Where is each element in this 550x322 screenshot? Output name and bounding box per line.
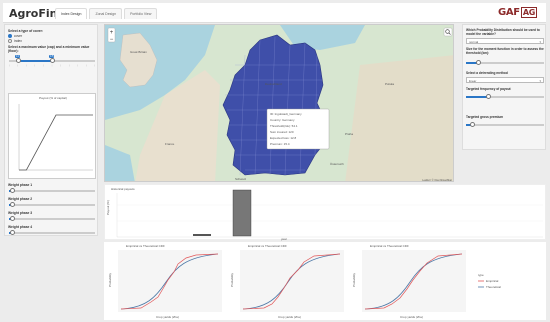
label-praha: Praha xyxy=(345,132,353,136)
popup-line-1: ID: Ingolstadt_Germany xyxy=(270,112,302,116)
radius-slider[interactable] xyxy=(466,59,544,65)
slider-min-handle[interactable] xyxy=(16,58,21,63)
cdf-title-1: Empirical vs Theoretical CDF xyxy=(126,244,165,248)
right-control-panel: Which Probability Distribution should be… xyxy=(462,24,546,150)
radio-index[interactable]: index xyxy=(8,39,22,43)
histogram-svg: Historical payouts Payout (%) year xyxy=(106,187,543,241)
premium-slider[interactable] xyxy=(466,121,544,127)
histogram-bar-small xyxy=(193,234,211,236)
brand-name: AgroFin xyxy=(9,7,58,20)
cdf-ylabel-2: Probability xyxy=(230,272,234,287)
cdf-xlabel-1: Crop yields (t/ha) xyxy=(156,315,179,319)
distribution-select[interactable]: normal ▾ xyxy=(466,38,544,44)
label-great-britain: Great Britain xyxy=(130,50,147,54)
threshold-range-slider[interactable]: 0.1 0.5 xyxy=(9,54,95,63)
chevron-down-icon: ▾ xyxy=(539,78,541,83)
gaf-logo: GAF AG xyxy=(498,7,537,18)
slider-max-handle[interactable] xyxy=(50,58,55,63)
legend-title: type xyxy=(478,273,484,277)
weight-slider-3[interactable] xyxy=(9,215,95,221)
map-view[interactable]: ID: Ingolstadt_Germany Country: Germany … xyxy=(104,24,454,182)
map-attribution: Leaflet | © OpenStreetMap xyxy=(422,179,452,182)
label-schweiz: Schweiz xyxy=(235,177,247,181)
cdf-xlabel-2: Crop yields (t/ha) xyxy=(278,315,301,319)
tab-zonal-design[interactable]: Zonal Design xyxy=(89,8,123,19)
cdf-title-3: Empirical vs Theoretical CDF xyxy=(370,244,409,248)
cdf-chart-3: Empirical vs Theoretical CDF Probability… xyxy=(350,242,470,320)
detrend-select[interactable]: linear ▾ xyxy=(466,77,544,83)
cdf-title-2: Empirical vs Theoretical CDF xyxy=(248,244,287,248)
histogram-bar-large xyxy=(232,189,252,237)
histogram-title: Historical payouts xyxy=(111,187,135,191)
radius-label: Size for the moment function in order to… xyxy=(466,47,544,56)
popup-line-6: Premium: 15.4 xyxy=(270,142,290,146)
weight-slider-2[interactable] xyxy=(9,201,95,207)
zoom-control[interactable]: + − xyxy=(107,27,116,43)
radio-dot-index xyxy=(8,39,12,43)
main-tabs: Index Design Zonal Design Portfolio View xyxy=(55,8,159,19)
slider-ticks: | | | | | | | | | | | xyxy=(9,65,95,67)
search-icon[interactable] xyxy=(443,27,453,37)
detrend-label: Select a detrending method xyxy=(466,71,508,75)
threshold-label: Select a maximum value (cap) and a minim… xyxy=(8,45,90,53)
radio-cover-label: cover xyxy=(14,34,23,38)
cdf-section: Empirical vs Theoretical CDF Probability… xyxy=(104,242,546,320)
label-france: France xyxy=(165,142,175,146)
payout-chart: Payout (% of capital) xyxy=(8,93,96,179)
weight-slider-1[interactable] xyxy=(9,187,95,193)
logo-main: GAF xyxy=(497,7,520,18)
cdf-chart-1: Empirical vs Theoretical CDF Probability… xyxy=(106,242,226,320)
distribution-value: normal xyxy=(469,39,479,44)
cdf-ylabel-3: Probability xyxy=(352,272,356,287)
radio-cover[interactable]: cover xyxy=(8,34,22,38)
chevron-down-icon: ▾ xyxy=(539,39,541,44)
payout-line xyxy=(19,114,93,171)
label-oesterreich: Österreich xyxy=(330,162,344,166)
radio-index-label: index xyxy=(14,39,22,43)
map-svg: ID: Ingolstadt_Germany Country: Germany … xyxy=(105,25,453,182)
popup-line-2: Country: Germany xyxy=(270,118,295,122)
payout-chart-svg: Payout (% of capital) xyxy=(18,96,93,171)
popup-line-4: Sum insured: 120 xyxy=(270,130,294,134)
premium-label: Targeted gross premium xyxy=(466,115,504,119)
cdf-legend: type Empirical Theoretical xyxy=(476,272,536,294)
logo-box: AG xyxy=(520,7,537,18)
tab-portfolio-view[interactable]: Portfolio View xyxy=(124,8,158,19)
label-deutschland: Deutschland xyxy=(265,82,282,86)
slider-max-value: 0.5 xyxy=(49,54,55,58)
distribution-label: Which Probability Distribution should be… xyxy=(466,28,540,37)
radio-dot-cover xyxy=(8,34,12,38)
zoom-out-icon[interactable]: − xyxy=(110,37,114,43)
payout-title: Payout (% of capital) xyxy=(39,96,67,100)
histogram-xlabel: year xyxy=(281,237,287,241)
weight-slider-4[interactable] xyxy=(9,229,95,235)
cdf-xlabel-3: Crop yields (t/ha) xyxy=(400,315,423,319)
frequency-slider[interactable] xyxy=(466,93,544,99)
detrend-value: linear xyxy=(469,78,477,83)
map-popup[interactable]: ID: Ingolstadt_Germany Country: Germany … xyxy=(266,108,330,150)
label-polska: Polska xyxy=(385,82,394,86)
payout-histogram: Historical payouts Payout (%) year xyxy=(104,184,546,241)
eastern-land xyxy=(345,55,453,181)
popup-line-5: Expected loss: 12.8 xyxy=(270,136,297,140)
popup-line-3: Threshold(risk): 54.1 xyxy=(270,124,298,128)
legend-theoretical: Theoretical xyxy=(486,285,501,289)
zoom-in-icon[interactable]: + xyxy=(110,30,114,36)
cover-type-label: Select a type of cover: xyxy=(8,29,43,33)
slider-min-value: 0.1 xyxy=(15,54,21,58)
app-frame: AgroFinbeta Index Design Zonal Design Po… xyxy=(0,0,550,322)
histogram-ylabel: Payout (%) xyxy=(106,200,110,215)
cdf-chart-2: Empirical vs Theoretical CDF Probability… xyxy=(228,242,348,320)
left-control-panel: Select a type of cover: cover index Sele… xyxy=(4,24,98,236)
frequency-label: Targeted frequency of payout xyxy=(466,87,511,91)
top-navbar: AgroFinbeta Index Design Zonal Design Po… xyxy=(3,3,546,23)
cdf-ylabel-1: Probability xyxy=(108,272,112,287)
legend-empirical: Empirical xyxy=(486,279,499,283)
tab-index-design[interactable]: Index Design xyxy=(55,8,88,19)
